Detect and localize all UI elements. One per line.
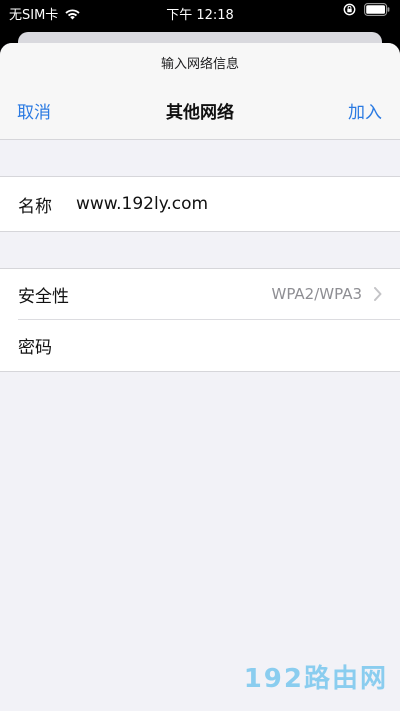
join-button[interactable]: 加入	[348, 98, 382, 123]
watermark: 192路由网	[243, 664, 388, 694]
security-label: 安全性	[18, 286, 69, 307]
password-field-row[interactable]: 密码	[0, 320, 400, 370]
name-input[interactable]: www.192ly.com	[76, 194, 208, 214]
name-field-row[interactable]: 名称 www.192ly.com	[0, 177, 400, 231]
security-value: WPA2/WPA3	[271, 285, 363, 303]
name-label: 名称	[18, 196, 52, 217]
lock-rotation-icon	[343, 3, 356, 16]
name-group: 名称 www.192ly.com	[0, 176, 400, 232]
navigation-bar: 输入网络信息 取消 其他网络 加入	[0, 43, 400, 140]
sheet-title: 其他网络	[166, 103, 234, 123]
status-time: 下午 12:18	[166, 8, 234, 23]
sheet-prompt: 输入网络信息	[160, 57, 239, 72]
battery-icon	[364, 3, 390, 16]
chevron-right-icon	[374, 286, 382, 306]
password-label: 密码	[18, 337, 52, 358]
screen: 无SIM卡 下午 12:18 输入网络信息 取消 其他网络 加入 名称 www.…	[0, 0, 400, 711]
status-bar: 无SIM卡 下午 12:18	[0, 0, 400, 26]
security-row[interactable]: 安全性 WPA2/WPA3	[0, 269, 400, 319]
other-network-sheet: 输入网络信息 取消 其他网络 加入 名称 www.192ly.com 安全性 W…	[0, 43, 400, 711]
security-group: 安全性 WPA2/WPA3 密码	[0, 268, 400, 372]
status-right	[343, 3, 390, 16]
